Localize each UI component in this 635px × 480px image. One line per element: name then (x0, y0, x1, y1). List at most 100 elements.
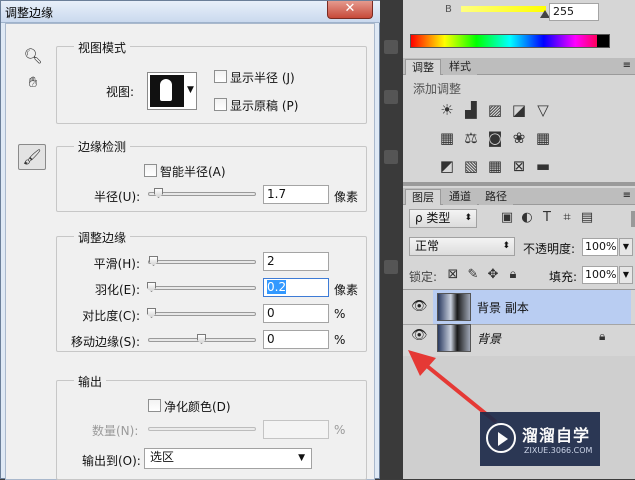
hand-tool-icon[interactable]: ✋︎ (20, 70, 46, 94)
panel-menu-icon[interactable]: ≡ (623, 60, 631, 71)
view-thumbnail-preview (150, 75, 184, 107)
decontaminate-checkbox[interactable] (148, 399, 161, 412)
filter-toggle[interactable] (631, 211, 635, 227)
smooth-input[interactable]: 2 (263, 252, 329, 271)
shift-edge-input-value: 0 (267, 332, 275, 346)
amount-slider[interactable] (148, 427, 256, 431)
gradient-triangle-icon[interactable]: ▽ (535, 102, 551, 118)
layer-thumbnail (437, 293, 471, 321)
zoom-tool-icon[interactable]: 🔍︎ (20, 44, 46, 68)
decontaminate-label: 净化颜色(D) (164, 400, 231, 414)
layer-item[interactable]: 背景 副本 (433, 290, 631, 324)
output-legend: 输出 (74, 373, 107, 390)
strip-tool-icon[interactable] (384, 40, 398, 54)
feather-input-value: 0.2 (267, 280, 287, 294)
exposure-icon[interactable]: ◪ (511, 102, 527, 118)
tab-styles[interactable]: 样式 (443, 59, 477, 75)
tab-channels[interactable]: 通道 (443, 189, 477, 205)
filter-shape-icon[interactable]: ⌗ (559, 210, 575, 226)
posterize-icon[interactable]: ▧ (463, 158, 479, 174)
tab-paths[interactable]: 路径 (479, 189, 513, 205)
radius-unit: 像素 (334, 190, 359, 204)
photo-filter-icon[interactable]: ◙ (487, 130, 503, 146)
smart-radius-label: 智能半径(A) (160, 165, 226, 179)
contrast-slider[interactable] (147, 308, 256, 318)
shift-edge-input[interactable]: 0 (263, 330, 329, 349)
tab-layers[interactable]: 图层 (405, 189, 441, 205)
amount-input[interactable] (263, 420, 329, 439)
fill-input[interactable]: 100% (582, 266, 618, 284)
filter-type-icon[interactable]: T (539, 210, 555, 226)
tab-adjustments[interactable]: 调整 (405, 59, 441, 75)
opacity-input[interactable]: 100% (582, 238, 618, 256)
panel-menu-icon[interactable]: ≡ (623, 190, 631, 201)
output-to-label: 输出到(O): (82, 454, 141, 468)
refine-edge-dialog: 调整边缘 ✕ 🔍︎ ✋︎ 🖌︎ 视图模式 视图: ▼ 显示半径 (J) 显示原稿… (0, 0, 381, 480)
close-button[interactable]: ✕ (327, 1, 373, 19)
smooth-input-value: 2 (267, 254, 275, 268)
opacity-dropdown-button[interactable]: ▼ (619, 238, 633, 256)
color-b-input[interactable]: 255 (549, 3, 599, 21)
feather-label: 羽化(E): (95, 283, 140, 297)
feather-slider[interactable] (147, 282, 256, 292)
play-triangle (498, 432, 508, 446)
color-panel: B 255 (403, 0, 635, 56)
layer-row[interactable]: 👁︎ 背景 副本 (403, 290, 635, 324)
shift-edge-unit: % (334, 333, 346, 347)
strip-tool-icon[interactable] (384, 150, 398, 164)
view-mode-group (56, 46, 367, 124)
kind-filter-select[interactable]: ρ 类型 ⬍ (409, 209, 477, 228)
color-lookup-icon[interactable]: ▦ (535, 130, 551, 146)
strip-tool-icon[interactable] (384, 260, 398, 274)
eye-visibility-icon[interactable]: 👁︎ (411, 299, 428, 314)
feather-unit: 像素 (334, 283, 359, 297)
dialog-titlebar[interactable]: 调整边缘 ✕ (1, 1, 381, 23)
lock-all-icon[interactable]: 🔒︎ (505, 267, 521, 283)
contrast-label: 对比度(C): (82, 309, 140, 323)
smooth-slider[interactable] (148, 256, 256, 266)
show-radius-checkbox[interactable] (214, 70, 227, 83)
filter-smart-object-icon[interactable]: ▤ (579, 210, 595, 226)
shift-edge-slider[interactable] (148, 334, 256, 344)
dialog-body: 🔍︎ ✋︎ 🖌︎ 视图模式 视图: ▼ 显示半径 (J) 显示原稿 (P) 边缘… (5, 23, 375, 480)
lock-position-icon[interactable]: ✥ (485, 267, 501, 283)
vibrance-icon[interactable]: ▦ (439, 130, 455, 146)
selective-color-icon[interactable]: ⊠ (511, 158, 527, 174)
adjust-edge-legend: 调整边缘 (74, 229, 131, 246)
channel-mixer-icon[interactable]: ❀ (511, 130, 527, 146)
contrast-input-value: 0 (267, 306, 275, 320)
lock-transparent-icon[interactable]: ⊠ (445, 267, 461, 283)
brightness-contrast-icon[interactable]: ☀ (439, 102, 455, 118)
strip-tool-icon[interactable] (384, 90, 398, 104)
smart-radius-checkbox[interactable] (144, 164, 157, 177)
layer-name: 背景 副本 (477, 301, 529, 315)
contrast-input[interactable]: 0 (263, 304, 329, 323)
filter-adjustment-icon[interactable]: ◐ (519, 210, 535, 226)
lock-label: 锁定: (409, 270, 438, 284)
threshold-icon[interactable]: ▦ (487, 158, 503, 174)
play-logo-icon (486, 423, 516, 453)
color-b-label: B (445, 4, 452, 15)
lock-image-icon[interactable]: ✎ (465, 267, 481, 283)
spectrum-black-swatch[interactable] (597, 35, 609, 47)
feather-input[interactable]: 0.2 (263, 278, 329, 297)
gradient-map-icon[interactable]: ▬ (535, 158, 551, 174)
view-thumbnail-dropdown[interactable]: ▼ (147, 72, 197, 110)
radius-input[interactable]: 1.7 (263, 185, 329, 204)
color-spectrum-bar[interactable] (410, 34, 610, 48)
levels-icon[interactable]: ▟ (463, 102, 479, 118)
filter-pixel-icon[interactable]: ▣ (499, 210, 515, 226)
color-balance-icon[interactable]: ⚖ (463, 130, 479, 146)
invert-icon[interactable]: ◩ (439, 158, 455, 174)
refine-radius-tool-icon[interactable]: 🖌︎ (18, 144, 46, 170)
radius-slider[interactable] (148, 188, 256, 198)
smooth-label: 平滑(H): (93, 257, 140, 271)
fill-dropdown-button[interactable]: ▼ (619, 266, 633, 284)
output-to-select[interactable]: 选区 ▼ (144, 448, 312, 469)
contrast-unit: % (334, 307, 346, 321)
blend-mode-select[interactable]: 正常 ⬍ (409, 237, 515, 256)
curves-icon[interactable]: ▨ (487, 102, 503, 118)
kind-filter-value: ρ 类型 (415, 211, 451, 225)
show-original-checkbox[interactable] (214, 98, 227, 111)
color-b-slider[interactable] (461, 6, 546, 12)
